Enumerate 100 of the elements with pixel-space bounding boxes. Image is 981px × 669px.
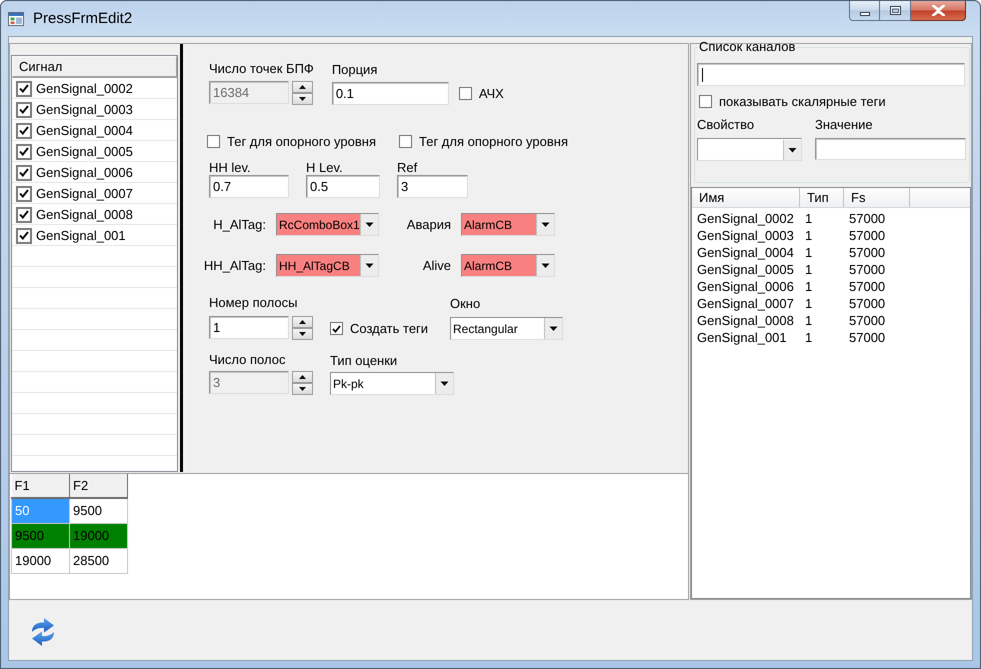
- signal-name[interactable]: GenSignal_0005: [36, 144, 133, 159]
- field-label: Число точек БПФ: [209, 61, 314, 76]
- checkbox[interactable]: [699, 95, 712, 108]
- spin-down-button[interactable]: [292, 93, 313, 105]
- signal-checkbox[interactable]: [16, 206, 32, 222]
- combo-box[interactable]: Rectangular: [450, 317, 563, 340]
- checkbox[interactable]: [207, 134, 220, 148]
- list-cell[interactable]: 1: [800, 211, 844, 226]
- list-cell[interactable]: GenSignal_0004: [692, 245, 800, 260]
- checkbox-label[interactable]: Тег для опорного уровня: [419, 134, 568, 148]
- spin-up-button[interactable]: [292, 81, 313, 93]
- column-header[interactable]: Тип: [800, 188, 844, 207]
- table-cell[interactable]: 9500: [70, 498, 128, 523]
- refresh-button[interactable]: [30, 617, 56, 647]
- table-cell[interactable]: 28500: [70, 548, 128, 573]
- dropdown-arrow-icon: [435, 373, 453, 394]
- property-combo-box[interactable]: [697, 138, 802, 161]
- list-cell[interactable]: GenSignal_0007: [692, 296, 800, 311]
- list-cell[interactable]: GenSignal_0006: [692, 279, 800, 294]
- column-header[interactable]: Имя: [692, 188, 800, 207]
- checkbox-label[interactable]: АЧХ: [478, 86, 504, 101]
- dropdown-arrow-icon: [536, 255, 554, 276]
- signal-name[interactable]: GenSignal_0007: [36, 186, 133, 201]
- signal-checkbox[interactable]: [16, 102, 32, 118]
- checkbox-label[interactable]: показывать скалярные теги: [719, 94, 886, 109]
- column-header[interactable]: F2: [70, 474, 128, 498]
- dropdown-arrow-icon: [544, 318, 562, 339]
- spin-down-button[interactable]: [292, 383, 313, 395]
- list-cell[interactable]: 57000: [844, 330, 910, 345]
- list-cell[interactable]: 1: [800, 262, 844, 277]
- list-cell[interactable]: GenSignal_0008: [692, 313, 800, 328]
- signal-name[interactable]: GenSignal_0003: [36, 102, 133, 117]
- text-input[interactable]: 0.7: [209, 175, 289, 198]
- combo-box[interactable]: AlarmCB: [461, 254, 555, 277]
- list-cell[interactable]: 57000: [844, 245, 910, 260]
- list-cell[interactable]: 57000: [844, 313, 910, 328]
- list-cell[interactable]: 1: [800, 245, 844, 260]
- number-input[interactable]: 1: [209, 316, 289, 339]
- table-row[interactable]: 9500 19000: [12, 523, 128, 548]
- list-cell[interactable]: GenSignal_0005: [692, 262, 800, 277]
- list-cell[interactable]: GenSignal_0002: [692, 211, 800, 226]
- signal-name[interactable]: GenSignal_0008: [36, 207, 133, 222]
- list-cell[interactable]: 1: [800, 330, 844, 345]
- table-row[interactable]: 50 9500: [12, 498, 128, 523]
- list-cell[interactable]: GenSignal_001: [692, 330, 800, 345]
- text-input[interactable]: 0.1: [332, 82, 449, 105]
- checkbox-label[interactable]: Создать теги: [350, 321, 428, 336]
- signal-checkbox[interactable]: [16, 80, 32, 96]
- list-cell[interactable]: 1: [800, 313, 844, 328]
- signal-checkbox[interactable]: [16, 144, 32, 160]
- table-row[interactable]: 19000 28500: [12, 548, 128, 573]
- spin-up-button[interactable]: [292, 316, 313, 328]
- list-cell[interactable]: 57000: [844, 296, 910, 311]
- checkbox[interactable]: [399, 134, 412, 148]
- column-header[interactable]: Сигнал: [12, 56, 177, 78]
- list-cell[interactable]: 57000: [844, 211, 910, 226]
- signal-checkbox[interactable]: [16, 122, 32, 138]
- maximize-button[interactable]: [880, 1, 911, 21]
- text-input[interactable]: 0.5: [306, 175, 380, 198]
- list-cell[interactable]: 1: [800, 279, 844, 294]
- list-cell[interactable]: 57000: [844, 228, 910, 243]
- text-input[interactable]: 3: [397, 175, 468, 198]
- table-cell[interactable]: 19000: [70, 523, 128, 548]
- close-button[interactable]: [911, 1, 966, 21]
- combo-box[interactable]: AlarmCB: [461, 213, 555, 236]
- signal-name[interactable]: GenSignal_0004: [36, 123, 133, 138]
- field-label: H_AlTag:: [212, 217, 266, 232]
- minimize-button[interactable]: [849, 1, 880, 21]
- checkmark-icon: [19, 231, 29, 240]
- list-cell[interactable]: 1: [800, 296, 844, 311]
- table-cell[interactable]: 9500: [12, 523, 70, 548]
- signal-name[interactable]: GenSignal_001: [36, 228, 126, 243]
- list-cell[interactable]: 1: [800, 228, 844, 243]
- column-header[interactable]: Fs: [844, 188, 910, 207]
- up-arrow-icon: [299, 375, 306, 379]
- dropdown-arrow-icon: [783, 140, 801, 160]
- spin-down-button[interactable]: [292, 328, 313, 340]
- checkmark-icon: [19, 84, 29, 93]
- close-icon: [932, 5, 944, 16]
- checkbox[interactable]: [458, 87, 472, 100]
- combo-box[interactable]: Pk-pk: [330, 372, 454, 395]
- spin-up-button[interactable]: [292, 371, 313, 383]
- column-header[interactable]: F1: [12, 474, 70, 498]
- signal-checkbox[interactable]: [16, 164, 32, 180]
- field-label: Номер полосы: [209, 295, 298, 310]
- combo-box[interactable]: RcComboBox1: [276, 213, 379, 236]
- signal-checkbox[interactable]: [16, 186, 32, 202]
- table-cell[interactable]: 19000: [12, 548, 70, 573]
- search-field[interactable]: [697, 63, 965, 86]
- signal-name[interactable]: GenSignal_0006: [36, 165, 133, 180]
- checkbox-label[interactable]: Тег для опорного уровня: [227, 134, 376, 148]
- value-input[interactable]: [815, 138, 966, 160]
- list-cell[interactable]: GenSignal_0003: [692, 228, 800, 243]
- list-cell[interactable]: 57000: [844, 279, 910, 294]
- combo-box[interactable]: HH_AlTagCB: [276, 254, 379, 277]
- signal-name[interactable]: GenSignal_0002: [36, 81, 133, 96]
- signal-checkbox[interactable]: [16, 228, 32, 244]
- dropdown-arrow-icon: [536, 214, 554, 235]
- list-cell[interactable]: 57000: [844, 262, 910, 277]
- checkbox[interactable]: [330, 322, 343, 335]
